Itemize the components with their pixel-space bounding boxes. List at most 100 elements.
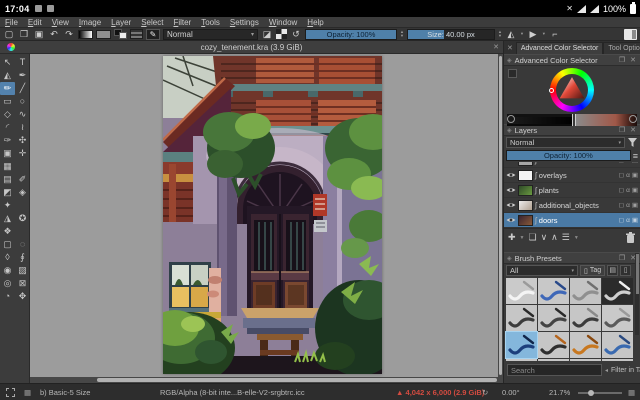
color-history-left-button[interactable] (507, 115, 515, 123)
brush-preset-tile[interactable] (505, 331, 538, 359)
tool-contiguous-select[interactable]: ▨ (15, 264, 30, 277)
tool-polygon[interactable]: ◇ (0, 108, 15, 121)
gradient-chooser[interactable] (78, 29, 93, 39)
brush-grid-scrollbar[interactable] (635, 253, 639, 335)
brush-preset-tile[interactable] (602, 305, 633, 331)
tool-gradient[interactable]: ▤ (0, 173, 15, 186)
brush-tag-dropdown[interactable]: All ▾ (506, 265, 578, 276)
tool-transform[interactable]: ▣ (0, 147, 15, 160)
tab-advanced-color-selector[interactable]: Advanced Color Selector (515, 42, 604, 54)
layer-properties-button[interactable]: ☰ (562, 232, 570, 243)
menu-layer[interactable]: Layer (106, 18, 136, 27)
move-layer-up-button[interactable]: ∧ (551, 232, 558, 243)
tool-polygon-select[interactable]: ◊ (0, 251, 15, 264)
duplicate-layer-button[interactable]: ❏ (529, 232, 537, 243)
float-panel-icon[interactable]: ❐ (618, 126, 626, 134)
tool-pan[interactable]: ✥ (15, 290, 30, 303)
open-document-button[interactable]: ❒ (18, 29, 30, 40)
layer-blend-mode-dropdown[interactable]: Normal ▾ (506, 137, 625, 148)
brush-preset-tile[interactable] (602, 359, 633, 361)
mirror-h-options[interactable]: ▼ (520, 32, 524, 36)
tool-dynamic-brush[interactable]: ✑ (0, 134, 15, 147)
tool-edit-shapes[interactable]: ◭ (0, 69, 15, 82)
workspace-chooser-button[interactable] (624, 28, 637, 40)
redo-button[interactable]: ↷ (63, 29, 75, 40)
tool-smart-patch[interactable]: ✦ (0, 199, 15, 212)
brush-preset-tile[interactable] (538, 359, 569, 361)
tool-transform-cursor[interactable]: ↖ (0, 56, 15, 69)
tab-tool-options[interactable]: Tool Options (603, 42, 640, 54)
brush-preset-tile[interactable] (506, 278, 537, 304)
dock-close-icon[interactable]: ✕ (504, 44, 516, 54)
memory-warning-label[interactable]: ▲ 4,042 x 6,000 (2.9 GiB) (396, 388, 484, 397)
color-history-strips[interactable] (507, 114, 637, 126)
tool-ellipse[interactable]: ○ (15, 95, 30, 108)
zoom-presets-icon[interactable]: ▦ (628, 388, 635, 397)
close-panel-icon[interactable]: ✕ (629, 56, 637, 64)
menu-select[interactable]: Select (136, 18, 168, 27)
pattern-chooser[interactable] (96, 29, 111, 39)
tool-reference-images[interactable]: ❖ (0, 225, 15, 238)
float-panel-icon[interactable]: ❐ (618, 56, 626, 64)
canvas-painting[interactable] (163, 56, 382, 374)
brush-editor-button[interactable]: ✎ (146, 28, 160, 40)
save-button[interactable]: ▣ (33, 29, 45, 40)
mirror-vertical-button[interactable]: ▶ (527, 29, 539, 40)
layer-row-doors[interactable]: ʃ doors ◻ α ▣ (504, 213, 640, 228)
tool-line[interactable]: ╱ (15, 82, 30, 95)
layer-row-plants[interactable]: ʃ plants ◻ α ▣ (504, 183, 640, 198)
tool-freehand-brush[interactable]: ✏ (0, 82, 15, 95)
brush-preset-tile[interactable] (570, 278, 601, 304)
visibility-eye-icon[interactable] (506, 171, 516, 179)
new-document-button[interactable]: ▢ (3, 29, 15, 40)
inherit-alpha-icon[interactable]: ▣ (632, 201, 638, 209)
menu-settings[interactable]: Settings (225, 18, 264, 27)
alpha-lock-icon[interactable]: α (626, 217, 630, 224)
menu-help[interactable]: Help (302, 18, 328, 27)
alpha-lock-icon[interactable]: α (626, 202, 630, 209)
brush-preset-tile[interactable] (506, 305, 537, 331)
brush-preset-tile[interactable] (538, 278, 569, 304)
color-wheel[interactable] (549, 68, 594, 112)
blend-mode-dropdown[interactable]: Normal ▾ (163, 28, 258, 40)
zoom-slider[interactable] (578, 390, 622, 396)
menu-edit[interactable]: Edit (23, 18, 47, 27)
selector-settings-button[interactable] (508, 69, 517, 78)
opacity-spinner[interactable]: ▲ ▼ (400, 30, 404, 38)
brush-preset-tile[interactable] (538, 332, 569, 358)
eraser-toggle-button[interactable]: ◪ (261, 29, 273, 40)
brush-preset-tile[interactable] (602, 332, 633, 358)
canvas-area[interactable] (30, 54, 503, 383)
tool-calligraphy[interactable]: ✒ (15, 69, 30, 82)
alpha-lock-icon[interactable]: α (626, 162, 630, 164)
tag-chip[interactable]: ▯ Tag (580, 265, 606, 276)
layer-row-overlays[interactable]: ʃ overlays ◻ α ▣ (504, 168, 640, 183)
visibility-eye-icon[interactable] (506, 216, 516, 224)
brush-preset-tile[interactable] (538, 305, 569, 331)
tool-zoom[interactable]: ◔ (0, 290, 15, 303)
reload-preset-button[interactable]: ↺ (290, 29, 302, 40)
filter-in-tag-label[interactable]: Filter in Tag (611, 367, 640, 374)
delete-layer-button[interactable] (625, 231, 636, 244)
alpha-lock-icon[interactable]: α (626, 187, 630, 194)
undo-button[interactable]: ↶ (48, 29, 60, 40)
tool-measure[interactable]: ◮ (0, 212, 15, 225)
alpha-lock-icon[interactable]: α (626, 172, 630, 179)
tool-move[interactable]: ✛ (15, 147, 30, 160)
visibility-eye-icon[interactable] (506, 162, 516, 164)
tool-ellipse-select[interactable]: ◌ (15, 238, 30, 251)
canvas-rotation-value[interactable]: 0.00° (502, 388, 520, 397)
move-layer-down-button[interactable]: ∨ (541, 232, 548, 243)
tool-rectangle[interactable]: ▭ (0, 95, 15, 108)
lock-icon[interactable]: ◻ (619, 171, 624, 179)
document-tab-title[interactable]: cozy_tenement.kra (3.9 GiB) (0, 43, 503, 52)
brush-search-input[interactable] (507, 364, 602, 376)
float-panel-icon[interactable]: ❐ (618, 254, 626, 262)
inherit-alpha-icon[interactable]: ▣ (632, 171, 638, 179)
fg-bg-color-swatch[interactable] (114, 29, 127, 39)
zoom-percent-value[interactable]: 21.7% (549, 388, 570, 397)
brush-preset-tile[interactable] (506, 359, 537, 361)
tool-bezier-curve[interactable]: ◜ (0, 121, 15, 134)
tool-multibrush[interactable]: ✣ (15, 134, 30, 147)
layer-filter-funnel-icon[interactable] (627, 137, 638, 148)
